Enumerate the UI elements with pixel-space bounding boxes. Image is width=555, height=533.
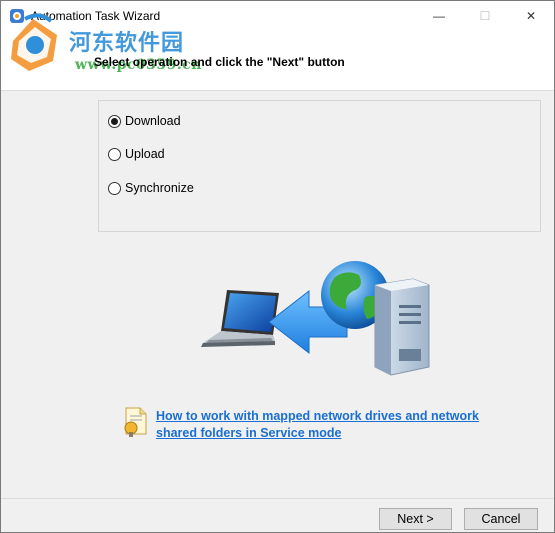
radio-upload[interactable]: Upload (108, 145, 165, 163)
help-link-line2[interactable]: shared folders in Service mode (156, 425, 516, 442)
help-link-line1[interactable]: How to work with mapped network drives a… (156, 408, 516, 425)
wizard-footer: Next > Cancel (1, 498, 554, 532)
radio-button[interactable] (108, 147, 121, 161)
cancel-button[interactable]: Cancel (464, 508, 538, 530)
radio-label-download: Download (125, 114, 181, 128)
radio-dot (111, 117, 118, 125)
watermark-logo-icon (11, 13, 57, 71)
help-link[interactable]: How to work with mapped network drives a… (156, 408, 516, 442)
close-button[interactable]: ✕ (508, 1, 554, 31)
next-button[interactable]: Next > (379, 508, 452, 530)
close-icon: ✕ (525, 9, 537, 23)
radio-label-upload: Upload (125, 147, 165, 161)
maximize-button[interactable]: ☐ (462, 1, 508, 31)
radio-button-checked[interactable] (108, 114, 121, 128)
wizard-window: Automation Task Wizard — ☐ ✕ 河东软件园 www.p… (0, 0, 555, 533)
operation-group: Download Upload Synchronize (98, 100, 541, 232)
download-illustration (201, 261, 430, 376)
radio-download[interactable]: Download (108, 112, 181, 130)
minimize-icon: — (433, 9, 445, 23)
server-icon (374, 278, 430, 376)
radio-label-synchronize: Synchronize (125, 181, 194, 195)
radio-button[interactable] (108, 181, 121, 195)
maximize-icon: ☐ (479, 9, 491, 23)
header-instruction: Select operation and click the "Next" bu… (94, 55, 345, 69)
watermark-title: 河东软件园 (69, 31, 185, 56)
wizard-header: Automation Task Wizard — ☐ ✕ 河东软件园 www.p… (1, 1, 554, 91)
radio-synchronize[interactable]: Synchronize (108, 179, 194, 197)
minimize-button[interactable]: — (416, 1, 462, 31)
help-document-icon (124, 407, 147, 437)
laptop-icon (201, 290, 279, 347)
